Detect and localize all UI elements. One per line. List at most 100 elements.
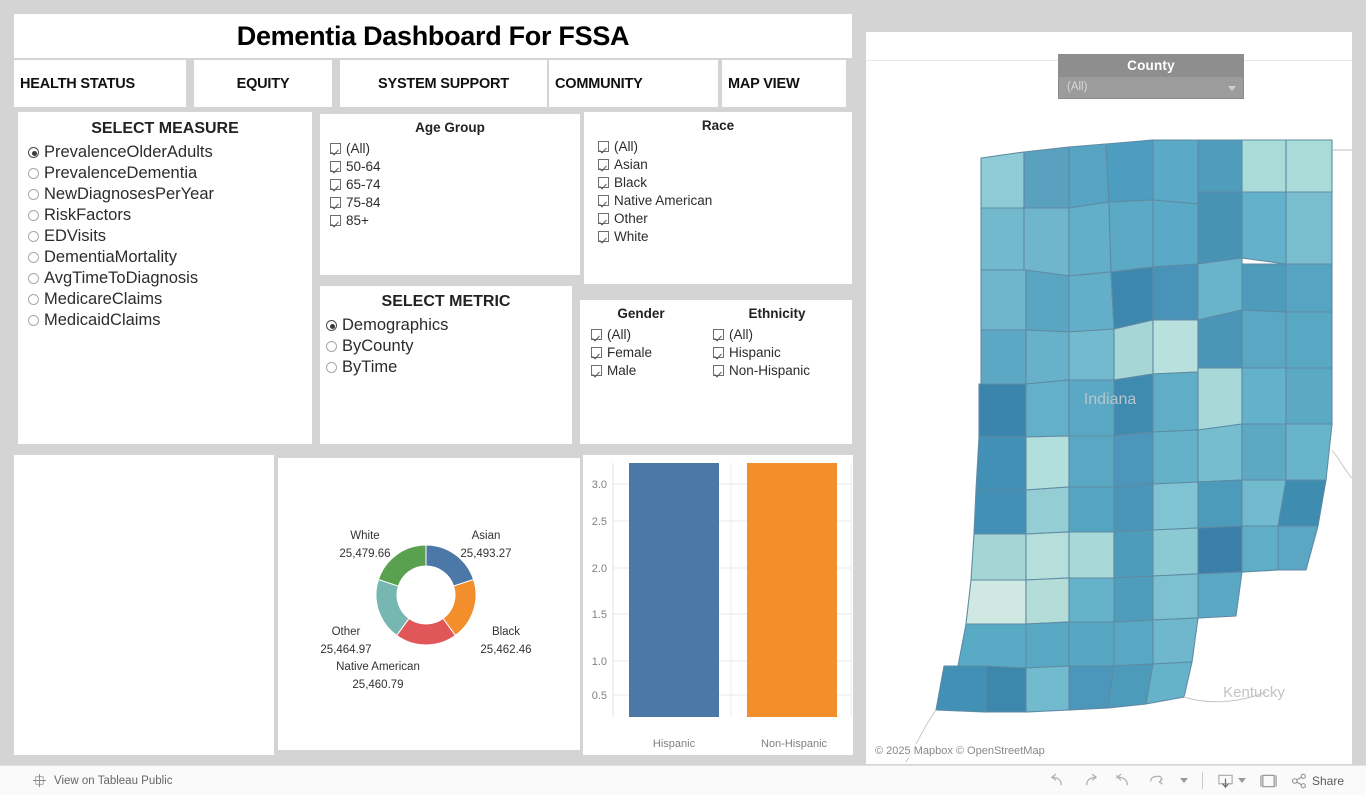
- radio-medicare-claims[interactable]: MedicareClaims: [28, 289, 312, 310]
- county-shape[interactable]: [980, 269, 1027, 331]
- checkbox-age-65-74[interactable]: 65-74: [330, 175, 580, 193]
- county-shape[interactable]: [1197, 139, 1243, 193]
- county-shape[interactable]: [1025, 486, 1070, 535]
- checkbox-ethnicity-hispanic[interactable]: Hispanic: [713, 343, 852, 361]
- county-filter-dropdown[interactable]: (All): [1058, 77, 1244, 99]
- county-shape[interactable]: [1285, 423, 1333, 481]
- checkbox-gender-female[interactable]: Female: [591, 343, 702, 361]
- county-shape[interactable]: [1197, 367, 1243, 431]
- county-shape[interactable]: [1152, 263, 1199, 321]
- county-shape[interactable]: [1068, 621, 1115, 667]
- county-shape[interactable]: [1068, 435, 1115, 488]
- county-shape[interactable]: [1068, 328, 1115, 381]
- county-shape[interactable]: [965, 579, 1027, 625]
- checkbox-race-asian[interactable]: Asian: [598, 155, 852, 173]
- county-shape[interactable]: [1285, 139, 1333, 193]
- county-shape[interactable]: [1152, 573, 1199, 621]
- radio-prevalence-dementia[interactable]: PrevalenceDementia: [28, 163, 312, 184]
- county-shape[interactable]: [973, 489, 1027, 535]
- county-shape[interactable]: [1152, 371, 1199, 433]
- county-shape[interactable]: [1152, 139, 1199, 205]
- checkbox-race-native-american[interactable]: Native American: [598, 191, 852, 209]
- radio-avg-time-to-diagnosis[interactable]: AvgTimeToDiagnosis: [28, 268, 312, 289]
- county-shape[interactable]: [1025, 577, 1070, 625]
- county-shape[interactable]: [1285, 191, 1333, 265]
- county-shape[interactable]: [1197, 479, 1243, 529]
- county-shape[interactable]: [1068, 379, 1115, 437]
- county-shape[interactable]: [1152, 617, 1199, 665]
- bar-non-hispanic[interactable]: [747, 463, 837, 717]
- county-shape[interactable]: [1241, 367, 1287, 425]
- county-shape[interactable]: [1068, 665, 1115, 711]
- county-shape[interactable]: [1025, 665, 1070, 713]
- county-shape[interactable]: [1105, 139, 1154, 203]
- checkbox-race-black[interactable]: Black: [598, 173, 852, 191]
- county-shape[interactable]: [1197, 571, 1243, 619]
- county-shape[interactable]: [980, 207, 1025, 271]
- county-shape[interactable]: [1152, 199, 1199, 268]
- download-button[interactable]: [1217, 773, 1246, 789]
- county-shape[interactable]: [1285, 311, 1333, 369]
- county-shape[interactable]: [980, 329, 1027, 385]
- county-shape[interactable]: [980, 151, 1025, 209]
- tab-health-status[interactable]: HEALTH STATUS: [14, 60, 186, 107]
- checkbox-gender-male[interactable]: Male: [591, 361, 702, 379]
- county-shape[interactable]: [1025, 379, 1070, 438]
- tab-community[interactable]: COMMUNITY: [549, 60, 718, 107]
- bar-hispanic[interactable]: [629, 463, 719, 717]
- county-shape[interactable]: [970, 533, 1027, 581]
- county-shape[interactable]: [975, 436, 1027, 491]
- checkbox-age-85-plus[interactable]: 85+: [330, 211, 580, 229]
- undo-button[interactable]: [1048, 773, 1067, 789]
- checkbox-race-other[interactable]: Other: [598, 209, 852, 227]
- county-shape[interactable]: [1068, 531, 1115, 579]
- indiana-county-choropleth[interactable]: Indiana Kentucky: [866, 32, 1352, 764]
- age-group-bar-chart[interactable]: 25K 20K 15K 10K 5K 0K 50-64 65-74 75-84 …: [14, 455, 274, 755]
- county-shape[interactable]: [1068, 271, 1115, 333]
- radio-by-time[interactable]: ByTime: [326, 357, 572, 378]
- county-shape[interactable]: [1241, 263, 1287, 313]
- ethnicity-bar-chart[interactable]: 3.0 2.5 2.0 1.5 1.0 0.5 Hispanic Non-His…: [583, 455, 853, 755]
- county-shape[interactable]: [1152, 481, 1199, 531]
- view-on-tableau-public-button[interactable]: View on Tableau Public: [32, 773, 173, 788]
- county-shape[interactable]: [1241, 423, 1287, 481]
- county-shape[interactable]: [1277, 525, 1319, 571]
- county-shape[interactable]: [1068, 143, 1110, 209]
- county-shape[interactable]: [1113, 431, 1154, 488]
- county-shape[interactable]: [985, 665, 1027, 713]
- radio-medicaid-claims[interactable]: MedicaidClaims: [28, 310, 312, 331]
- county-shape[interactable]: [1113, 319, 1154, 381]
- checkbox-race-white[interactable]: White: [598, 227, 852, 245]
- race-donut-chart[interactable]: White 25,479.66 Asian 25,493.27 Other 25…: [278, 458, 580, 750]
- county-shape[interactable]: [1025, 435, 1070, 491]
- county-shape[interactable]: [1197, 257, 1243, 321]
- tab-map-view[interactable]: MAP VIEW: [722, 60, 846, 107]
- county-shape[interactable]: [1068, 577, 1115, 623]
- county-shape[interactable]: [1241, 191, 1287, 265]
- county-shape[interactable]: [1197, 309, 1243, 373]
- county-shape[interactable]: [1152, 319, 1199, 375]
- county-shape[interactable]: [1025, 531, 1070, 581]
- checkbox-age-75-84[interactable]: 75-84: [330, 193, 580, 211]
- county-shape[interactable]: [1197, 191, 1243, 265]
- county-shape[interactable]: [1023, 146, 1070, 209]
- county-shape[interactable]: [1023, 207, 1070, 277]
- county-shape[interactable]: [1241, 139, 1287, 193]
- checkbox-race-all[interactable]: (All): [598, 137, 852, 155]
- county-shape[interactable]: [957, 623, 1027, 669]
- county-shape[interactable]: [1113, 529, 1154, 579]
- county-shape[interactable]: [935, 665, 987, 713]
- county-shape[interactable]: [1068, 201, 1112, 277]
- radio-prevalence-older-adults[interactable]: PrevalenceOlderAdults: [28, 142, 312, 163]
- tab-equity[interactable]: EQUITY: [194, 60, 332, 107]
- county-shape[interactable]: [978, 383, 1027, 438]
- radio-ed-visits[interactable]: EDVisits: [28, 226, 312, 247]
- county-shape[interactable]: [1068, 486, 1115, 533]
- county-shape[interactable]: [1197, 423, 1243, 483]
- checkbox-age-50-64[interactable]: 50-64: [330, 157, 580, 175]
- county-shape[interactable]: [1241, 309, 1287, 369]
- checkbox-ethnicity-all[interactable]: (All): [713, 325, 852, 343]
- share-button[interactable]: Share: [1291, 773, 1344, 789]
- county-shape[interactable]: [1025, 621, 1070, 669]
- radio-risk-factors[interactable]: RiskFactors: [28, 205, 312, 226]
